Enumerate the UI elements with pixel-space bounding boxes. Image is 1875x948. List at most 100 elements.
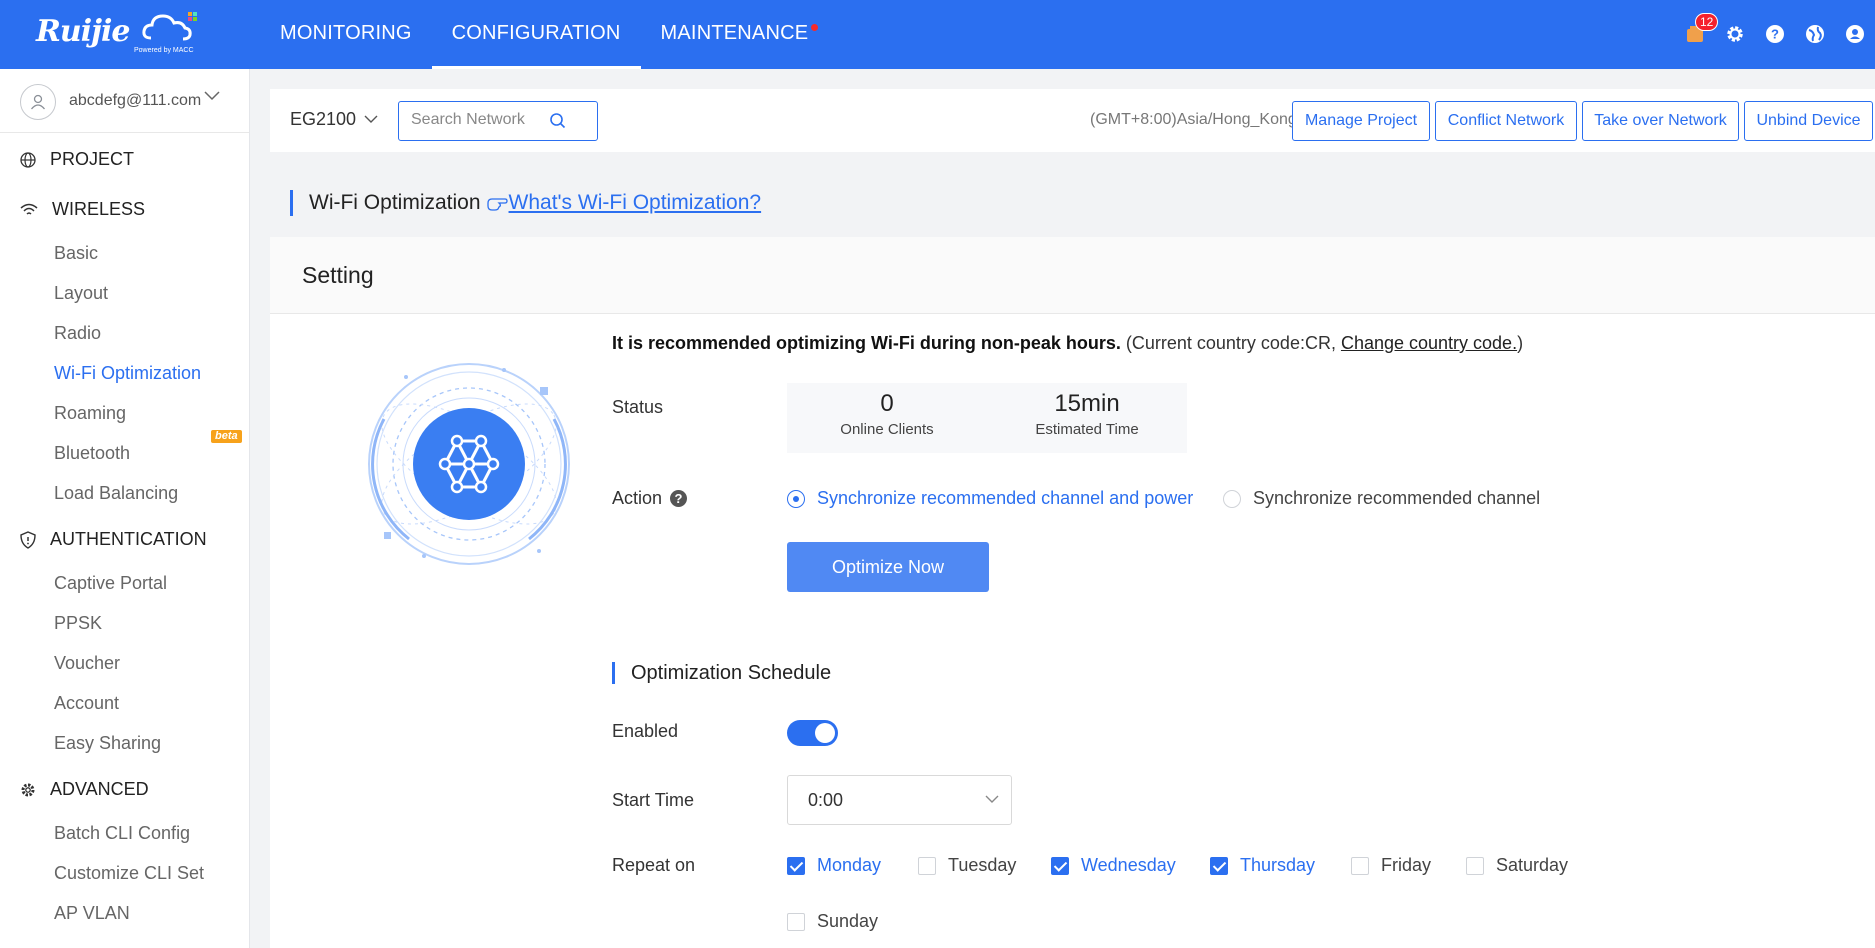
help-icon[interactable]: ? — [670, 490, 688, 507]
estimated-time-value: 15min — [1054, 390, 1120, 417]
tab-label: MAINTENANCE — [660, 22, 809, 44]
person-icon — [30, 94, 46, 110]
checkbox-label: Friday — [1381, 855, 1432, 875]
chevron-down-icon — [204, 91, 220, 101]
estimated-time-label: Estimated Time — [1035, 421, 1139, 438]
toggle-knob — [815, 723, 835, 743]
action-label: Action? — [612, 488, 688, 509]
chevron-down-icon — [985, 795, 999, 803]
checkbox-friday[interactable]: Friday — [1351, 855, 1431, 876]
logo-text: Ruijie — [36, 14, 130, 49]
user-email: abcdefg@111.com — [69, 92, 202, 109]
sidebar-item-ap-vlan[interactable]: AP VLAN — [54, 903, 130, 924]
repeat-on-label: Repeat on — [612, 855, 696, 875]
online-clients-value: 0 — [880, 390, 894, 417]
start-time-label: Start Time — [612, 790, 695, 810]
start-time-value: 0:00 — [808, 790, 844, 810]
sidebar-item-bluetooth[interactable]: Bluetooth — [54, 443, 130, 464]
checkbox-label: Thursday — [1240, 855, 1316, 875]
shield-icon — [20, 530, 36, 549]
checkbox-label: Saturday — [1496, 855, 1569, 875]
notification-button[interactable]: 12 — [1675, 13, 1719, 52]
wifi-optimization-illustration — [368, 363, 570, 565]
help-link-text: What's Wi-Fi Optimization? — [508, 191, 762, 214]
optimization-schedule-title: Optimization Schedule — [612, 662, 831, 684]
language-button[interactable] — [1795, 16, 1835, 52]
globe-icon — [20, 151, 36, 168]
sidebar-section-advanced[interactable]: ADVANCED — [20, 779, 149, 800]
setting-panel: Setting It is recommended optimizing Wi-… — [270, 237, 1875, 948]
gear-icon — [21, 783, 35, 796]
sidebar-item-ppsk[interactable]: PPSK — [54, 613, 102, 634]
tab-label: CONFIGURATION — [451, 22, 621, 44]
unbind-device-button[interactable]: Unbind Device — [1744, 101, 1873, 141]
change-country-code-link[interactable]: Change country code. — [1341, 333, 1517, 353]
online-clients-label: Online Clients — [840, 421, 934, 438]
top-nav: MONITORING CONFIGURATION MAINTENANCE — [260, 0, 828, 69]
radio-sync-channel[interactable]: Synchronize recommended channel — [1223, 488, 1540, 509]
checkbox-sunday[interactable]: Sunday — [787, 911, 878, 932]
take-over-network-button[interactable]: Take over Network — [1582, 101, 1739, 141]
section-label: ADVANCED — [50, 779, 149, 799]
optimize-now-button[interactable]: Optimize Now — [787, 542, 989, 592]
action-label-text: Action — [612, 488, 663, 508]
timezone-label: (GMT+8:00)Asia/Hong_Kong — [1090, 111, 1297, 128]
sidebar-item-voucher[interactable]: Voucher — [54, 653, 120, 674]
gear-icon — [1727, 26, 1743, 42]
sidebar-item-batch-cli-config[interactable]: Batch CLI Config — [54, 823, 190, 844]
checkbox-wednesday[interactable]: Wednesday — [1051, 855, 1176, 876]
conflict-network-button[interactable]: Conflict Network — [1435, 101, 1577, 141]
start-time-select[interactable]: 0:00 — [787, 775, 1012, 825]
sidebar-item-roaming[interactable]: Roaming — [54, 403, 126, 424]
sidebar-item-wifi-optimization[interactable]: Wi-Fi Optimization — [54, 363, 201, 384]
settings-button[interactable] — [1715, 16, 1755, 52]
page-title: Wi-Fi Optimization What's Wi-Fi Optimiza… — [290, 190, 761, 216]
beta-badge: beta — [211, 430, 242, 443]
search-network-input[interactable] — [411, 102, 561, 138]
tab-configuration[interactable]: CONFIGURATION — [431, 0, 641, 69]
chevron-down-icon — [364, 115, 378, 123]
checkbox-thursday[interactable]: Thursday — [1210, 855, 1315, 876]
checkbox-box — [1351, 856, 1369, 875]
section-label: AUTHENTICATION — [50, 529, 207, 549]
manage-project-button[interactable]: Manage Project — [1292, 101, 1430, 141]
sidebar-section-authentication[interactable]: AUTHENTICATION — [20, 529, 207, 550]
tab-maintenance[interactable]: MAINTENANCE — [641, 0, 829, 69]
radio-label: Synchronize recommended channel and powe… — [817, 488, 1194, 508]
sidebar-item-radio[interactable]: Radio — [54, 323, 101, 344]
powered-by-text: Powered by MACC — [134, 47, 194, 54]
ruijie-logo[interactable]: Ruijie Powered by MACC — [36, 8, 197, 58]
search-icon[interactable] — [549, 112, 567, 130]
sidebar-section-project[interactable]: PROJECT — [20, 149, 134, 170]
sidebar-item-basic[interactable]: Basic — [54, 243, 98, 264]
checkbox-saturday[interactable]: Saturday — [1466, 855, 1568, 876]
device-name: EG2100 — [290, 109, 357, 129]
sidebar-section-wireless[interactable]: WIRELESS — [20, 199, 145, 220]
checkbox-box — [1051, 856, 1069, 875]
checkbox-label: Tuesday — [948, 855, 1017, 875]
help-link[interactable]: What's Wi-Fi Optimization? — [486, 190, 762, 216]
checkbox-monday[interactable]: Monday — [787, 855, 881, 876]
user-menu[interactable]: abcdefg@111.com — [0, 69, 249, 133]
status-label: Status — [612, 397, 664, 417]
radio-sync-channel-power[interactable]: Synchronize recommended channel and powe… — [787, 488, 1193, 509]
device-selector[interactable]: EG2100 — [290, 109, 378, 130]
sidebar-item-captive-portal[interactable]: Captive Portal — [54, 573, 167, 594]
estimated-time-stat: 15min Estimated Time — [987, 383, 1187, 453]
account-button[interactable] — [1835, 16, 1875, 52]
section-label: PROJECT — [50, 149, 135, 169]
status-summary: 0 Online Clients 15min Estimated Time — [787, 383, 1187, 453]
sidebar-item-load-balancing[interactable]: Load Balancing — [54, 483, 178, 504]
schedule-enabled-toggle[interactable] — [787, 720, 838, 746]
page-title-text: Wi-Fi Optimization — [309, 191, 481, 214]
help-button[interactable]: ? — [1755, 16, 1795, 52]
checkbox-tuesday[interactable]: Tuesday — [918, 855, 1016, 876]
user-icon — [1846, 25, 1864, 43]
tab-monitoring[interactable]: MONITORING — [260, 0, 432, 69]
sidebar-item-layout[interactable]: Layout — [54, 283, 108, 304]
header-icons: 12 ? — [1675, 13, 1875, 52]
country-code-text: (Current country code:CR, — [1125, 333, 1341, 353]
sidebar-item-easy-sharing[interactable]: Easy Sharing — [54, 733, 161, 754]
sidebar-item-account[interactable]: Account — [54, 693, 119, 714]
sidebar-item-customize-cli-set[interactable]: Customize CLI Set — [54, 863, 204, 884]
